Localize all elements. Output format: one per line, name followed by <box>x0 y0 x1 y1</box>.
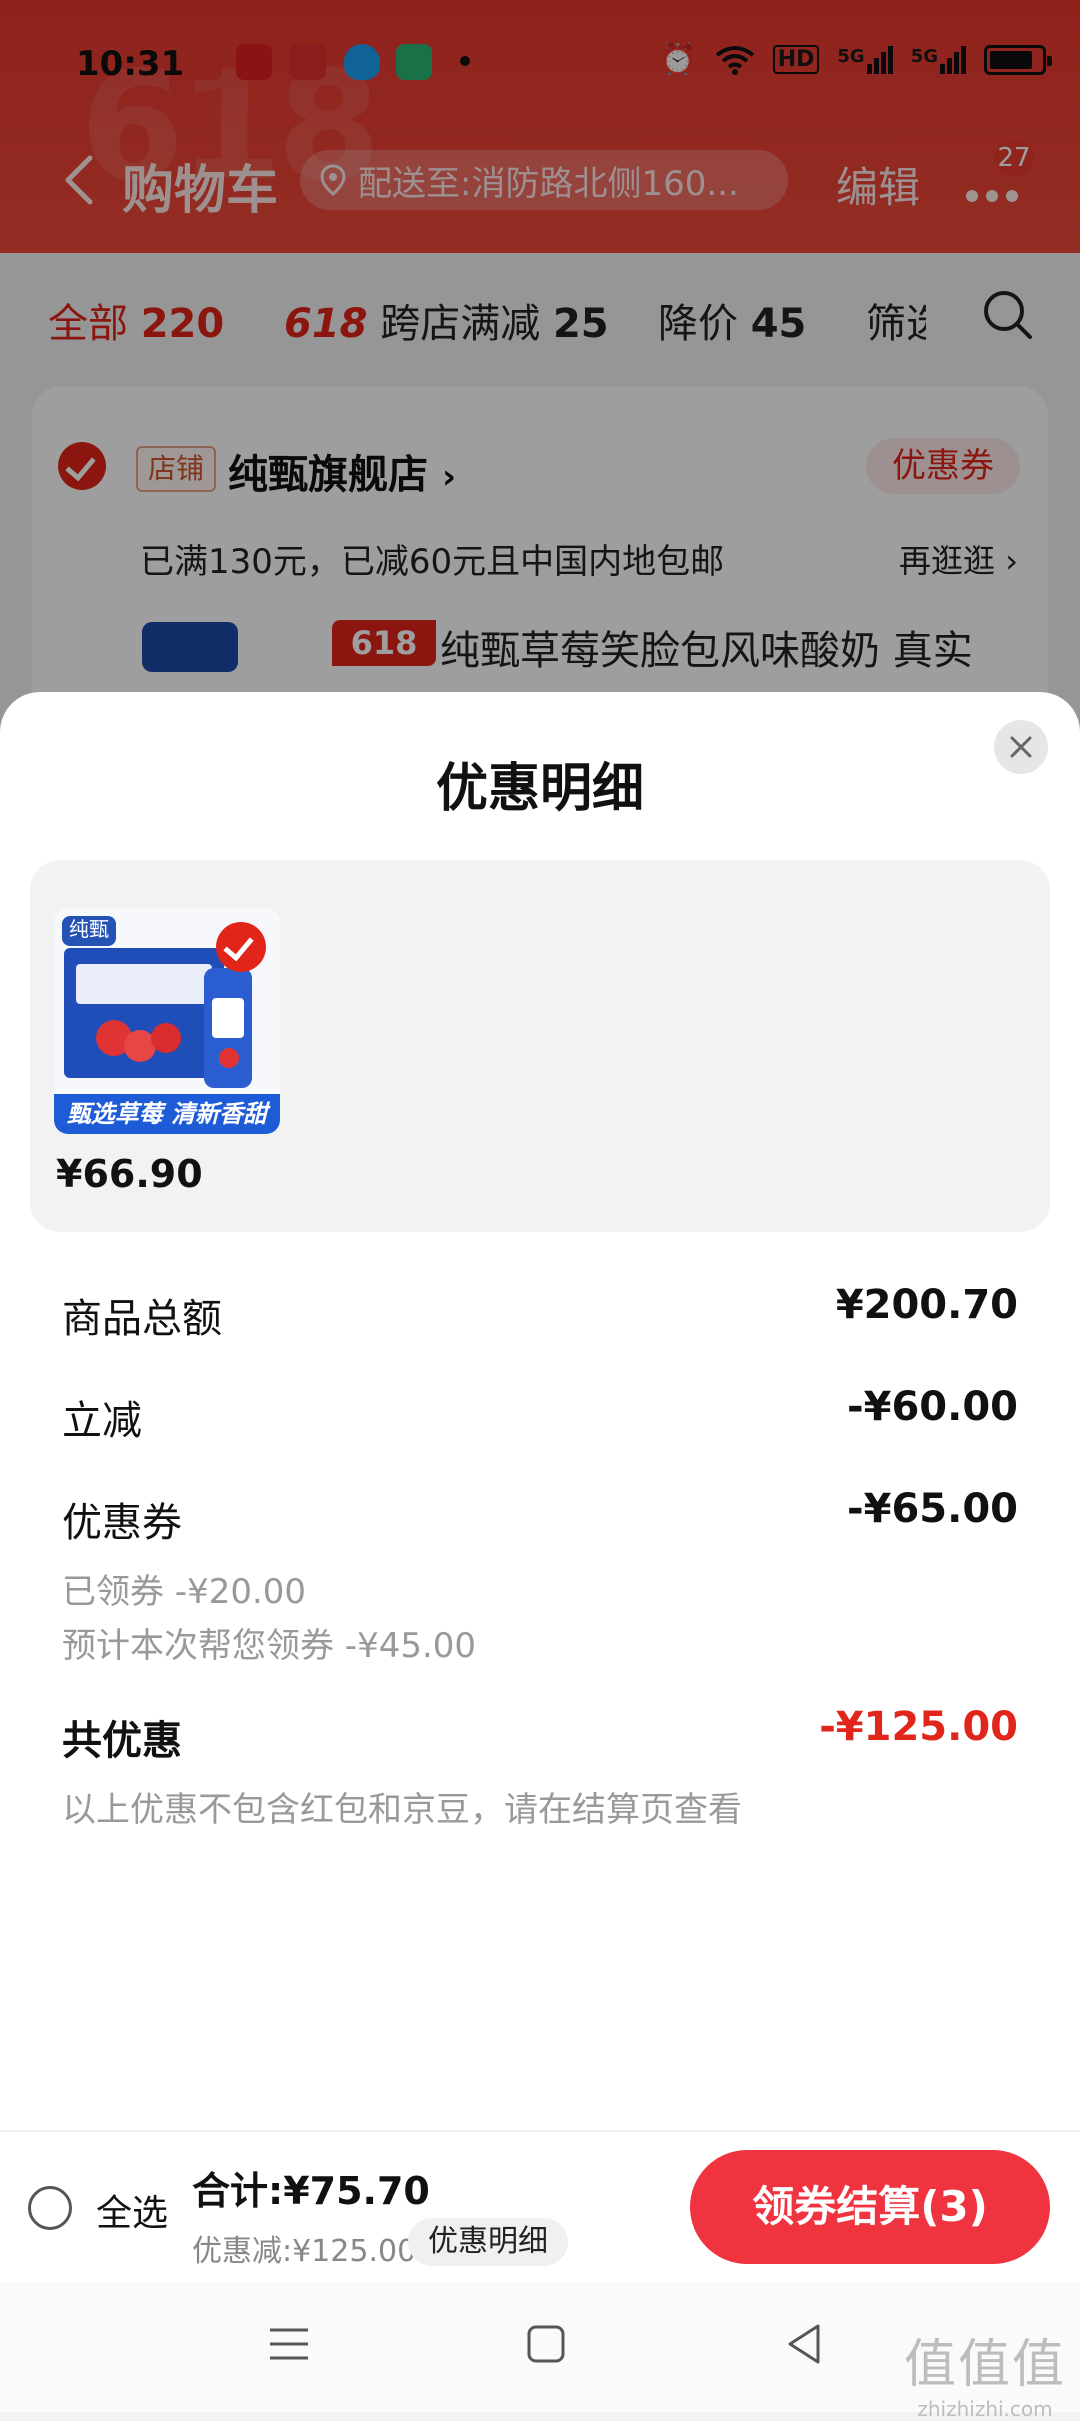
product-price: ¥66.90 <box>56 1152 203 1196</box>
select-all-label[interactable]: 全选 <box>96 2184 168 2236</box>
watermark-logo: 值值值 <box>903 2335 1066 2395</box>
back-triangle-icon[interactable] <box>784 2322 824 2366</box>
sheet-title: 优惠明细 <box>435 759 644 819</box>
brand-logo-text: 纯甄 <box>69 917 109 941</box>
product-selected-check-icon <box>216 922 266 972</box>
select-all-checkbox[interactable] <box>28 2186 72 2230</box>
product-banner: 甄选草莓 清新香甜 <box>66 1100 268 1128</box>
subtotal-label: 商品总额 <box>62 1296 222 1342</box>
instant-discount-label: 立减 <box>62 1398 142 1444</box>
coupon-estimated: 预计本次帮您领券 -¥45.00 <box>62 1626 477 1666</box>
close-button[interactable] <box>994 720 1048 774</box>
total-discount-label: 共优惠 <box>62 1718 182 1764</box>
subtotal-value: ¥200.70 <box>835 1282 1018 1328</box>
close-icon <box>1010 736 1032 758</box>
product-image[interactable]: 纯甄 甄选草莓 清新香甜 <box>54 908 280 1134</box>
product-box: 纯甄 甄选草莓 清新香甜 ¥66.90 <box>30 860 1050 1232</box>
total-amount: 合计:¥75.70 <box>192 2169 430 2213</box>
discount-note: 以上优惠不包含红包和京豆，请在结算页查看 <box>62 1790 742 1830</box>
discount-detail-button[interactable]: 优惠明细 <box>408 2218 568 2266</box>
total-discount-value: -¥125.00 <box>819 1704 1018 1750</box>
instant-discount-value: -¥60.00 <box>847 1384 1018 1430</box>
watermark-url: zhizhizhi.com <box>917 2397 1053 2421</box>
home-icon[interactable] <box>526 2324 566 2364</box>
checkout-button[interactable]: 领券结算(3) <box>690 2150 1050 2264</box>
checkout-bar: 全选 合计:¥75.70 优惠减:¥125.00 优惠明细 领券结算(3) <box>0 2130 1080 2282</box>
coupon-label: 优惠券 <box>62 1500 182 1546</box>
watermark: 值值值 zhizhizhi.com <box>904 2322 1066 2421</box>
coupon-value: -¥65.00 <box>847 1486 1018 1532</box>
menu-icon[interactable] <box>268 2324 310 2364</box>
discount-amount: 优惠减:¥125.00 <box>192 2234 417 2269</box>
coupon-claimed: 已领券 -¥20.00 <box>62 1572 307 1612</box>
system-nav-bar: 值值值 zhizhizhi.com <box>0 2282 1080 2421</box>
